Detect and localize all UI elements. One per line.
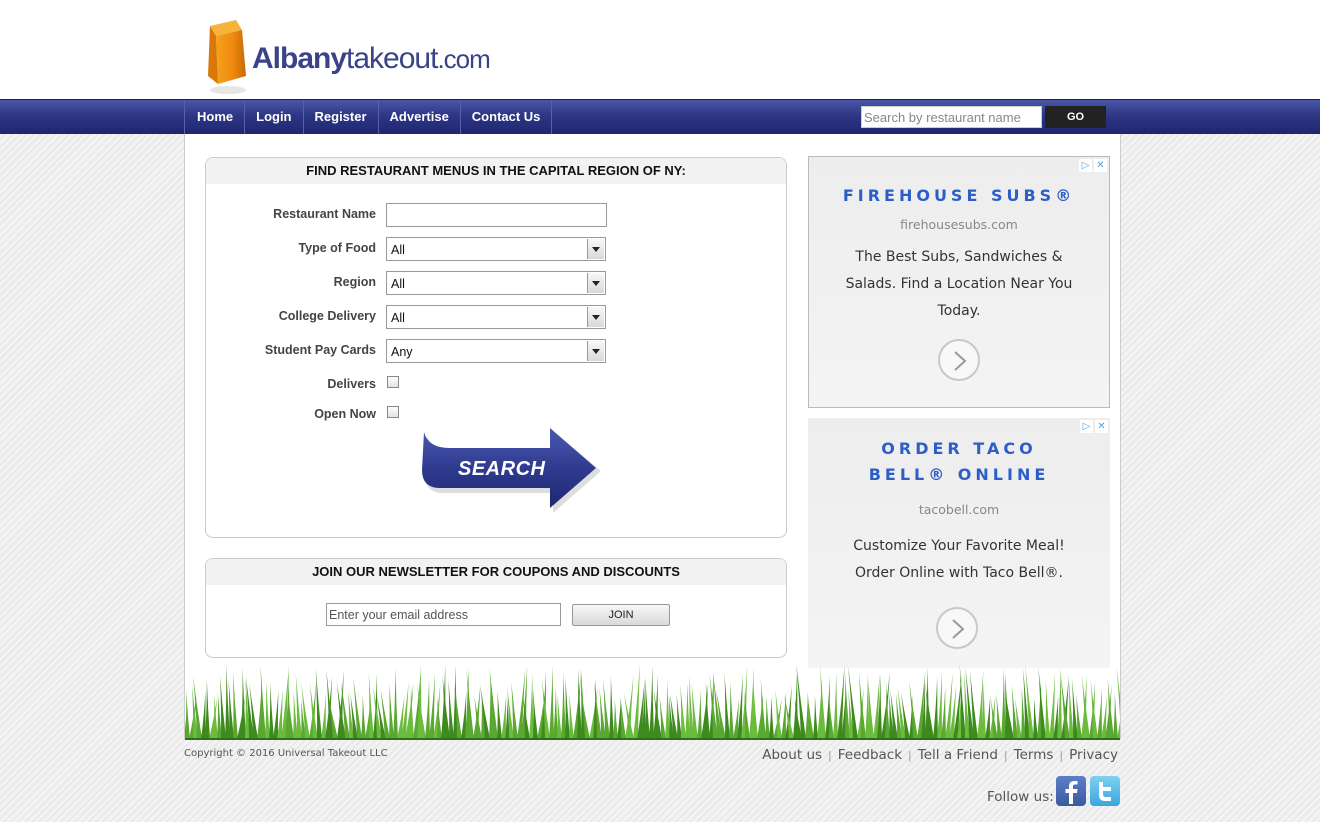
college-delivery-label: College Delivery: [278, 309, 376, 323]
ad-body-line: The Best Subs, Sandwiches &: [855, 249, 1063, 265]
student-pay-cards-label: Student Pay Cards: [264, 343, 376, 357]
restaurant-name-input[interactable]: [386, 203, 607, 227]
ad-title[interactable]: ORDER TACO BELL® ONLINE: [808, 436, 1110, 488]
ad-body-line: Customize Your Favorite Meal!: [853, 538, 1065, 554]
student-pay-cards-value: Any: [391, 345, 413, 359]
close-icon[interactable]: ✕: [1094, 159, 1107, 172]
find-panel-title: FIND RESTAURANT MENUS IN THE CAPITAL REG…: [206, 158, 786, 184]
ad-next-button[interactable]: [938, 339, 980, 381]
footer-link-terms[interactable]: Terms: [1014, 747, 1054, 763]
ad-title-line[interactable]: BELL® ONLINE: [808, 462, 1110, 488]
copyright-text: Copyright © 2016 Universal Takeout LLC: [184, 748, 388, 759]
region-label: Region: [333, 275, 376, 289]
main-navbar: Home Login Register Advertise Contact Us…: [0, 99, 1320, 135]
facebook-icon[interactable]: [1056, 776, 1086, 806]
adchoices-icon[interactable]: ▷: [1079, 159, 1092, 172]
footer-link-tell-a-friend[interactable]: Tell a Friend: [918, 747, 998, 763]
delivers-label: Delivers: [327, 377, 376, 391]
restaurant-search-input[interactable]: [861, 106, 1042, 128]
footer-separator: |: [1003, 748, 1008, 762]
nav-item-login[interactable]: Login: [244, 100, 302, 135]
ad-firehouse-subs[interactable]: ▷ ✕ FIREHOUSE SUBS® firehousesubs.com Th…: [808, 156, 1110, 408]
site-logo-text: Albanytakeout.com: [252, 42, 491, 75]
follow-us-label: Follow us:: [987, 789, 1054, 805]
type-of-food-value: All: [391, 243, 405, 257]
college-delivery-select[interactable]: All: [386, 305, 606, 329]
chevron-right-icon: [954, 351, 967, 371]
ad-url[interactable]: tacobell.com: [808, 502, 1110, 517]
ad-body-line: Salads. Find a Location Near You: [845, 276, 1073, 292]
takeout-bag-icon: [208, 20, 246, 94]
open-now-checkbox[interactable]: [387, 406, 399, 418]
ad-url[interactable]: firehousesubs.com: [809, 217, 1109, 232]
nav-item-home[interactable]: Home: [184, 100, 244, 135]
header: [0, 0, 1320, 99]
ad-next-button[interactable]: [936, 607, 978, 649]
go-button[interactable]: GO: [1045, 106, 1106, 128]
footer-link-privacy[interactable]: Privacy: [1069, 747, 1118, 763]
ad-title[interactable]: FIREHOUSE SUBS®: [809, 183, 1109, 209]
dropdown-arrow-icon[interactable]: [587, 239, 604, 259]
ad-title-line[interactable]: ORDER TACO: [808, 436, 1110, 462]
footer-links: About us | Feedback | Tell a Friend | Te…: [762, 747, 1118, 763]
nav-item-register[interactable]: Register: [302, 100, 378, 135]
open-now-label: Open Now: [314, 407, 376, 421]
site-logo[interactable]: Albanytakeout.com: [206, 20, 506, 100]
ad-body: Customize Your Favorite Meal! Order Onli…: [808, 533, 1110, 587]
search-button-label: SEARCH: [458, 458, 546, 480]
type-of-food-select[interactable]: All: [386, 237, 606, 261]
adchoices-icon[interactable]: ▷: [1080, 420, 1093, 433]
type-of-food-label: Type of Food: [298, 241, 376, 255]
grass-baseline: [185, 738, 1120, 740]
newsletter-title: JOIN OUR NEWSLETTER FOR COUPONS AND DISC…: [206, 559, 786, 585]
footer-separator: |: [1059, 748, 1064, 762]
newsletter-email-input[interactable]: [326, 603, 561, 626]
footer-separator: |: [828, 748, 832, 762]
ad-body-line: Order Online with Taco Bell®.: [855, 565, 1063, 581]
region-select[interactable]: All: [386, 271, 606, 295]
delivers-checkbox[interactable]: [387, 376, 399, 388]
join-button[interactable]: JOIN: [572, 604, 670, 626]
nav-item-advertise[interactable]: Advertise: [377, 100, 460, 135]
ad-body: The Best Subs, Sandwiches & Salads. Find…: [809, 244, 1109, 325]
footer-link-feedback[interactable]: Feedback: [838, 747, 902, 763]
grass-decoration: [185, 664, 1120, 739]
dropdown-arrow-icon[interactable]: [587, 307, 604, 327]
restaurant-name-label: Restaurant Name: [273, 207, 376, 221]
dropdown-arrow-icon[interactable]: [587, 273, 604, 293]
ad-body-line: Today.: [937, 303, 981, 319]
ad-choices[interactable]: ▷ ✕: [1080, 420, 1108, 433]
ad-choices[interactable]: ▷ ✕: [1079, 159, 1107, 172]
chevron-right-icon: [952, 619, 965, 639]
region-value: All: [391, 277, 405, 291]
nav-item-contact-us[interactable]: Contact Us: [459, 100, 553, 135]
footer-link-about-us[interactable]: About us: [762, 747, 822, 763]
twitter-icon[interactable]: [1090, 776, 1120, 806]
dropdown-arrow-icon[interactable]: [587, 341, 604, 361]
student-pay-cards-select[interactable]: Any: [386, 339, 606, 363]
college-delivery-value: All: [391, 311, 405, 325]
nav-menu: Home Login Register Advertise Contact Us: [184, 100, 553, 135]
footer-separator: |: [908, 748, 912, 762]
ad-taco-bell[interactable]: ▷ ✕ ORDER TACO BELL® ONLINE tacobell.com…: [808, 418, 1110, 668]
close-icon[interactable]: ✕: [1095, 420, 1108, 433]
